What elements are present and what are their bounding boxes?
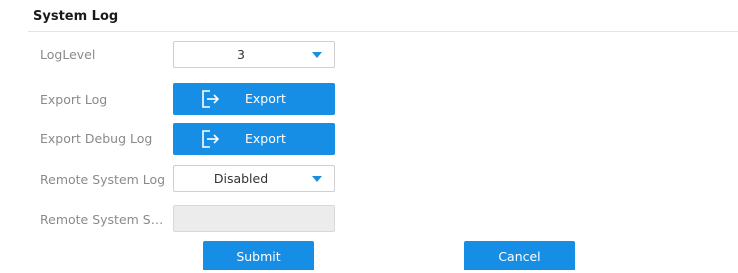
chevron-down-icon	[312, 52, 322, 58]
export-debug-log-button[interactable]: Export	[173, 123, 335, 155]
log-level-select[interactable]: 3	[173, 41, 335, 68]
section-title: System Log	[33, 9, 119, 24]
cancel-button[interactable]: Cancel	[464, 241, 575, 270]
remote-system-log-value: Disabled	[213, 171, 269, 186]
section-divider	[28, 31, 738, 32]
export-log-button-label: Export	[245, 91, 286, 106]
export-icon	[202, 130, 220, 148]
export-log-button[interactable]: Export	[173, 83, 335, 115]
export-debug-log-button-label: Export	[245, 131, 286, 146]
export-icon	[202, 90, 220, 108]
export-debug-log-label: Export Debug Log	[40, 131, 153, 146]
export-log-label: Export Log	[40, 92, 108, 107]
remote-system-log-select[interactable]: Disabled	[173, 165, 335, 192]
log-level-value: 3	[237, 47, 245, 62]
remote-system-log-label: Remote System Log	[40, 172, 166, 187]
chevron-down-icon	[312, 176, 322, 182]
remote-system-server-label: Remote System Ser...	[40, 212, 168, 227]
submit-button[interactable]: Submit	[203, 241, 314, 270]
log-level-label: LogLevel	[40, 47, 96, 62]
remote-system-server-input[interactable]	[173, 205, 335, 232]
